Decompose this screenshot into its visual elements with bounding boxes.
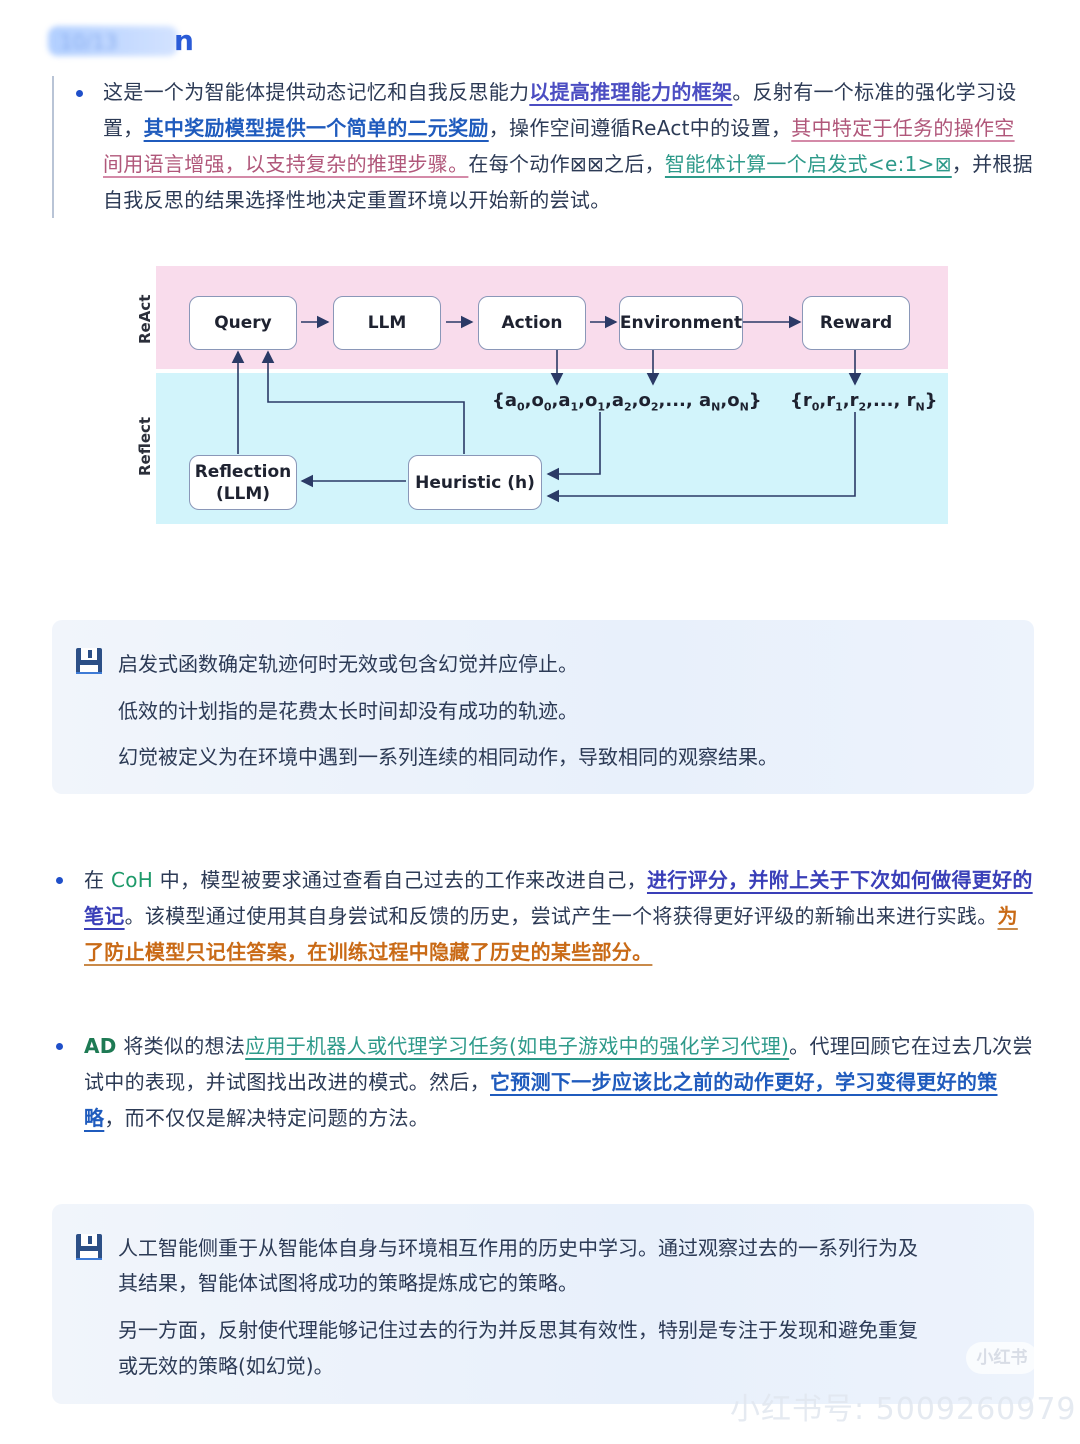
watermark-account: 小红书号: 5009260979 <box>730 1392 1077 1427</box>
node-heuristic: Heuristic (h) <box>408 455 542 510</box>
highlighted-text: 其中奖励模型提供一个简单的二元奖励 <box>143 116 489 140</box>
text-segment: CoH <box>110 868 154 892</box>
reflect-lane-label: Reflect <box>136 416 154 476</box>
callout-line: 人工智能侧重于从智能体自身与环境相互作用的历史中学习。通过观察过去的一系列行为及 <box>118 1236 918 1260</box>
callout-line: 低效的计划指的是花费太长时间却没有成功的轨迹。 <box>118 699 578 723</box>
node-query: Query <box>189 296 297 350</box>
callout-line: 启发式函数确定轨迹何时无效或包含幻觉并应停止。 <box>118 652 578 676</box>
callout-line: 幻觉被定义为在环境中遇到一系列连续的相同动作，导致相同的观察结果。 <box>118 745 778 769</box>
watermark-logo: 小红书 <box>966 1342 1038 1374</box>
highlighted-text: 智能体计算一个启发式<e:1>⊠ <box>664 152 952 176</box>
title-fragment: n <box>174 24 194 57</box>
arrow-traj-heuristic <box>546 412 601 481</box>
ad-paragraph: AD 将类似的想法应用于机器人或代理学习任务(如电子游戏中的强化学习代理)。代理… <box>84 1028 1034 1136</box>
node-environment: Environment <box>619 296 743 350</box>
node-reward: Reward <box>802 296 910 350</box>
save-icon <box>76 648 102 674</box>
text-segment: 这是一个为智能体提供动态记忆和自我反思能力 <box>103 80 530 104</box>
reflexion-diagram: ReAct Reflect Query LLM Action Environme… <box>136 266 948 526</box>
node-reflection-line1: Reflection <box>194 461 292 482</box>
quote-rule <box>52 76 54 218</box>
node-reflection: Reflection (LLM) <box>189 455 297 510</box>
text-segment: 。该模型通过使用其自身尝试和反馈的历史，尝试产生一个将获得更好评级的新输出来进行… <box>124 904 998 928</box>
text-segment: ，操作空间遵循ReAct中的设置， <box>488 116 792 140</box>
callout-line: 或无效的策略(如幻觉)。 <box>118 1354 334 1378</box>
page-counter-badge: 10/13 <box>48 26 178 56</box>
node-llm: LLM <box>333 296 441 350</box>
text-segment: 中，模型被要求通过查看自己过去的工作来改进自己， <box>153 868 647 892</box>
reflexion-paragraph: 这是一个为智能体提供动态记忆和自我反思能力以提高推理能力的框架。反射有一个标准的… <box>103 74 1033 218</box>
arrow-heuristic-query <box>261 350 465 454</box>
coh-paragraph: 在 CoH 中，模型被要求通过查看自己过去的工作来改进自己，进行评分，并附上关于… <box>84 862 1034 970</box>
text-segment: ，而不仅仅是解决特定问题的方法。 <box>104 1106 430 1130</box>
react-lane-label: ReAct <box>136 294 154 344</box>
arrow-rseq-heuristic <box>546 412 856 503</box>
reward-sequence: {r0,r1,r2,..., rN} <box>790 390 938 414</box>
callout-summary: 人工智能侧重于从智能体自身与环境相互作用的历史中学习。通过观察过去的一系列行为及… <box>52 1204 1034 1404</box>
text-segment: 在 <box>84 868 111 892</box>
callout-heuristic: 启发式函数确定轨迹何时无效或包含幻觉并应停止。 低效的计划指的是花费太长时间却没… <box>52 620 1034 794</box>
bullet <box>56 1043 63 1050</box>
node-action: Action <box>478 296 586 350</box>
save-icon <box>76 1234 102 1260</box>
trajectory-sequence: {a0,o0,a1,o1,a2,o2,..., aN,oN} <box>492 390 762 414</box>
highlighted-text: 以提高推理能力的框架 <box>529 80 733 104</box>
bullet <box>76 90 83 97</box>
text-segment: 在每个动作⊠⊠之后， <box>468 152 665 176</box>
page-counter-text: 10/13 <box>60 30 118 54</box>
highlighted-text: 应用于机器人或代理学习任务(如电子游戏中的强化学习代理) <box>245 1034 790 1058</box>
callout-line: 另一方面，反射使代理能够记住过去的行为并反思其有效性，特别是专注于发现和避免重复 <box>118 1318 918 1342</box>
callout-line: 其结果，智能体试图将成功的策略提炼成它的策略。 <box>118 1271 578 1295</box>
bullet <box>56 877 63 884</box>
text-segment: AD <box>84 1034 117 1058</box>
text-segment: 将类似的想法 <box>116 1034 246 1058</box>
node-reflection-line2: (LLM) <box>215 483 271 504</box>
